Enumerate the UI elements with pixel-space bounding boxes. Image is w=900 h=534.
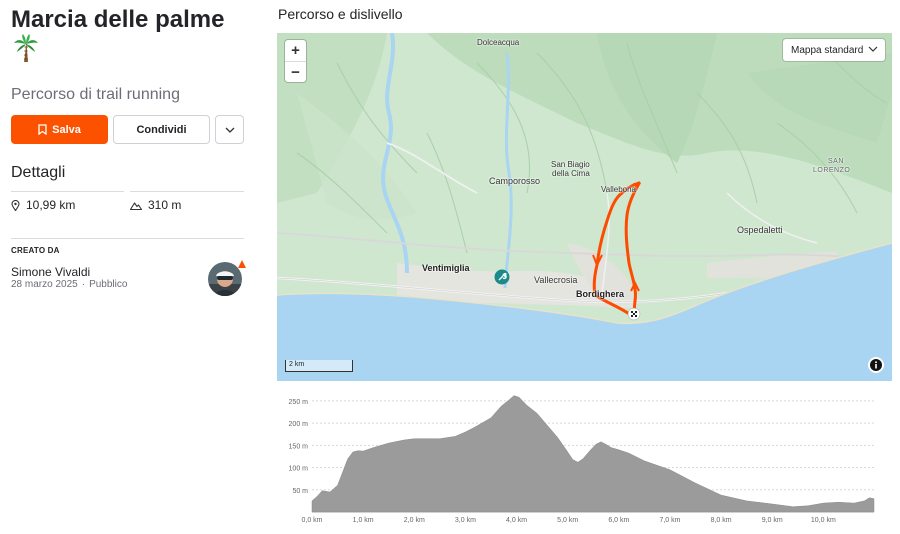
route-subtitle: Percorso di trail running [11,86,180,103]
share-button-label: Condividi [136,123,187,136]
x-tick-label: 2,0 km [404,517,425,524]
map-canvas [277,33,892,381]
subscriber-badge-icon [238,260,246,268]
x-tick-label: 10,0 km [811,517,836,524]
x-tick-label: 6,0 km [608,517,629,524]
palm-tree-icon [14,34,38,62]
finish-marker [627,307,641,321]
place-label: Camporosso [489,176,541,186]
route-info-panel: Marcia delle palme Percorso di trail run… [11,0,246,534]
map-type-label: Mappa standard [791,44,864,56]
save-button-label: Salva [52,123,81,136]
place-label: Ventimiglia [422,263,470,273]
x-tick-label: 7,0 km [659,517,680,524]
x-tick-label: 3,0 km [455,517,476,524]
divider [11,191,124,192]
author-name[interactable]: Simone Vivaldi [11,265,90,279]
y-tick-label: 200 m [289,421,309,428]
distance-stat: 10,99 km [11,198,75,212]
info-icon [870,359,882,371]
route-map[interactable]: Dolceacqua San Biagio della Cima Camporo… [277,33,892,381]
share-button[interactable]: Condividi [113,115,210,144]
x-tick-label: 1,0 km [353,517,374,524]
created-by-label: CREATO DA [11,246,60,255]
created-date: 28 marzo 2025 [11,279,78,290]
y-tick-label: 250 m [289,399,309,406]
chevron-down-icon [225,127,234,133]
zoom-out-button[interactable]: − [285,61,306,82]
bookmark-icon [38,124,47,135]
place-label: della Cima [552,169,590,178]
map-info-button[interactable] [868,357,884,373]
place-label: San Biagio [551,160,590,169]
x-tick-label: 8,0 km [711,517,732,524]
x-tick-label: 0,0 km [301,517,322,524]
divider [130,191,244,192]
y-tick-label: 100 m [289,466,309,473]
x-tick-label: 9,0 km [762,517,783,524]
section-title: Percorso e dislivello [278,6,403,22]
details-heading: Dettagli [11,164,66,181]
poi-marker [494,269,510,285]
place-label: LORENZO [813,167,851,174]
route-title: Marcia delle palme [11,6,225,33]
y-tick-label: 150 m [289,443,309,450]
distance-value: 10,99 km [26,198,76,212]
save-button[interactable]: Salva [11,115,108,144]
elevation-stat: 310 m [130,198,181,212]
route-meta: 28 marzo 2025 · Pubblico [11,279,127,290]
x-tick-label: 4,0 km [506,517,527,524]
more-options-button[interactable] [215,115,244,144]
elevation-value: 310 m [148,198,182,212]
place-label: SAN [828,158,844,165]
place-label: Vallebona [601,185,636,194]
place-label: Dolceacqua [477,38,520,47]
chevron-down-icon [868,46,878,52]
map-scale: 2 km [285,360,353,372]
x-tick-label: 5,0 km [557,517,578,524]
location-pin-icon [11,199,20,211]
place-label: Vallecrosia [534,275,578,285]
place-label: Bordighera [576,289,625,299]
visibility-status: Pubblico [89,279,128,290]
place-label: Ospedaletti [737,225,783,235]
elevation-chart[interactable]: 50 m 100 m 150 m 200 m 250 m 0,0 km 1,0 km 2,0… [277,384,892,534]
y-tick-label: 50 m [292,488,308,495]
zoom-controls: + − [285,40,306,82]
map-type-select[interactable]: Mappa standard [783,39,885,61]
elevation-area [311,395,875,513]
divider [11,238,244,239]
separator-dot: · [81,279,86,290]
zoom-in-button[interactable]: + [285,40,306,61]
mountain-icon [130,201,142,210]
